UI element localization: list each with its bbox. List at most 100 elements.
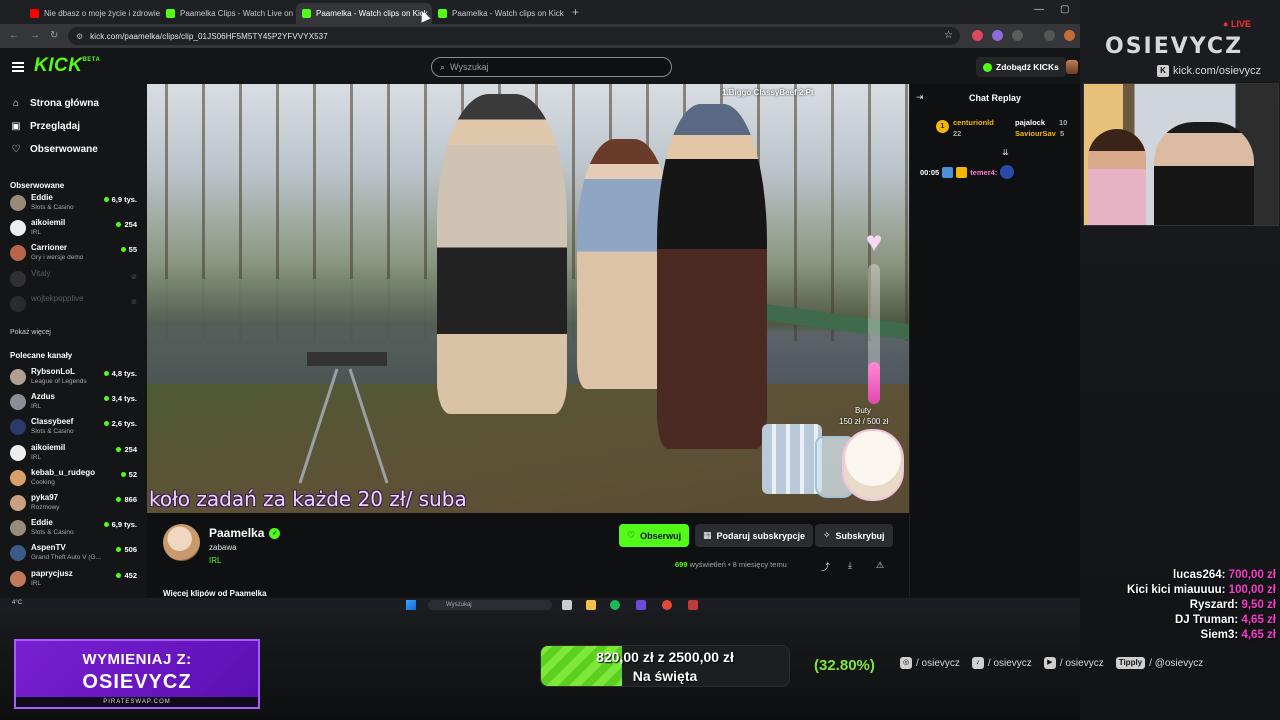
tab-strip: Nie dbasz o moje życie i zdrowie ✕ Paame… bbox=[0, 0, 1080, 24]
sidebar-item-label: Strona główna bbox=[30, 98, 99, 109]
verified-badge-icon: ✓ bbox=[269, 527, 281, 539]
donation-amount: 700,00 zł bbox=[1228, 569, 1276, 581]
sidebar-channel[interactable]: Eddie Slots & Casino 6,9 tys. bbox=[10, 192, 140, 214]
kick-favicon-icon bbox=[166, 9, 175, 18]
video-subtitle: koło zadań za każde 20 zł/ suba bbox=[149, 487, 467, 511]
instagram-icon: ◎ bbox=[900, 657, 912, 669]
viewer-count: 506 bbox=[116, 545, 137, 554]
follow-button[interactable]: ♡ Obserwuj bbox=[619, 524, 690, 547]
spotify-icon[interactable] bbox=[610, 600, 620, 610]
tab-1[interactable]: Paamelka Clips - Watch Live on ✕ bbox=[160, 3, 296, 24]
sidebar-channel[interactable]: Azdus IRL 3,4 tys. bbox=[10, 391, 140, 413]
back-icon[interactable]: ← bbox=[9, 30, 19, 41]
weather-widget[interactable]: 4°C bbox=[12, 600, 22, 606]
donation-row: Siem3: 4,65 zł bbox=[1080, 628, 1276, 643]
webcam-feed bbox=[1083, 83, 1279, 226]
live-dot-icon bbox=[103, 522, 109, 528]
subscribe-label: Subskrybuj bbox=[835, 530, 885, 541]
media-control-icon[interactable] bbox=[1044, 30, 1055, 41]
donor-name: DJ Truman: bbox=[1175, 614, 1239, 626]
extension-icon[interactable] bbox=[992, 30, 1003, 41]
sidebar-channel[interactable]: RybsonLoL League of Legends 4,8 tys. bbox=[10, 366, 140, 388]
channel-name[interactable]: Paamelka ✓ bbox=[209, 526, 281, 540]
avatar bbox=[10, 195, 26, 211]
sidebar-item-home[interactable]: ⌂ Strona główna bbox=[10, 98, 99, 109]
sidebar-channel[interactable]: kebab_u_rudego Cooking 52 bbox=[10, 467, 140, 489]
viewer-count-text: 254 bbox=[124, 220, 137, 230]
sidebar-channel[interactable]: AspenTV Grand Theft Auto V (G... 506 bbox=[10, 542, 140, 564]
task-view-icon[interactable] bbox=[562, 600, 572, 610]
goal-amount: 150 zł / 500 zł bbox=[839, 417, 889, 426]
sidebar-channel[interactable]: aikoiemil IRL 254 bbox=[10, 442, 140, 464]
viewer-count-text: 6,9 tys. bbox=[111, 520, 137, 530]
tab-0[interactable]: Nie dbasz o moje życie i zdrowie ✕ bbox=[24, 3, 160, 24]
chat-timestamp: 00:05 bbox=[920, 167, 940, 177]
windows-start-icon[interactable] bbox=[406, 600, 416, 610]
pirateswap-banner: WYMIENIAJ Z: OSIEVYCZ PIRATESWAP.COM bbox=[14, 639, 260, 709]
donation-amount: 9,50 zł bbox=[1241, 599, 1276, 611]
extension-icon[interactable] bbox=[972, 30, 983, 41]
app-icon[interactable] bbox=[636, 600, 646, 610]
avatar bbox=[10, 369, 26, 385]
sidebar-item-browse[interactable]: ▣ Przeglądaj bbox=[10, 121, 80, 132]
gift-subs-button[interactable]: ▦ Podaruj subskrypcje bbox=[695, 524, 814, 547]
leaderboard-count: 22 bbox=[953, 129, 962, 138]
show-more-link[interactable]: Pokaż więcej bbox=[10, 329, 51, 336]
url-text: kick.com/paamelka/clips/clip_01JS06HF5M5… bbox=[90, 31, 328, 41]
app-icon[interactable] bbox=[688, 600, 698, 610]
tab-2-active[interactable]: Paamelka - Watch clips on Kick 🔊 ✕ bbox=[296, 3, 432, 24]
stream-category[interactable]: IRL bbox=[209, 556, 221, 565]
report-icon[interactable]: ⚠ bbox=[876, 560, 884, 571]
tab-label: Paamelka - Watch clips on Kick bbox=[452, 9, 564, 18]
url-field[interactable]: ⚙ kick.com/paamelka/clips/clip_01JS06HF5… bbox=[68, 27, 960, 45]
tipply-icon: Tipply bbox=[1115, 657, 1146, 669]
kick-link-text: kick.com/osievycz bbox=[1173, 65, 1262, 77]
channel-name: Eddie bbox=[31, 193, 53, 202]
bookmark-star-icon[interactable]: ☆ bbox=[944, 30, 953, 41]
new-tab-icon[interactable]: + bbox=[572, 5, 579, 19]
sidebar-channel[interactable]: Vitaly ⊘ bbox=[10, 268, 140, 290]
sidebar-channel[interactable]: Eddie Slots & Casino 6,9 tys. bbox=[10, 517, 140, 539]
social-handle: / osievycz bbox=[916, 657, 960, 669]
chrome-icon[interactable] bbox=[662, 600, 672, 610]
viewer-count: 6,9 tys. bbox=[103, 520, 137, 530]
video-person-woman-hat bbox=[657, 104, 767, 449]
channel-avatar[interactable] bbox=[163, 524, 200, 561]
viewer-count-text: 2,6 tys. bbox=[111, 419, 137, 429]
chat-username[interactable]: temer4: bbox=[970, 168, 997, 177]
kick-logo[interactable]: KICKBETA bbox=[34, 55, 100, 77]
channel-name: RybsonLoL bbox=[31, 367, 75, 376]
viewer-count: 4,8 tys. bbox=[103, 369, 137, 378]
get-kicks-button[interactable]: Zdobądź KICKs bbox=[976, 57, 1066, 77]
scroll-down-icon[interactable]: ⇊ bbox=[1002, 148, 1009, 157]
profile-avatar-icon[interactable] bbox=[1064, 30, 1075, 41]
extensions-puzzle-icon[interactable] bbox=[1012, 30, 1023, 41]
minimize-icon[interactable]: — bbox=[1034, 4, 1044, 15]
sidebar-channel[interactable]: Classybeef Slots & Casino 2,6 tys. bbox=[10, 416, 140, 438]
sidebar-channel[interactable]: Carrioner Gry i wersje demo 55 bbox=[10, 242, 140, 264]
reload-icon[interactable]: ↻ bbox=[50, 30, 58, 41]
maximize-icon[interactable]: ▢ bbox=[1060, 4, 1069, 15]
site-info-icon[interactable]: ⚙ bbox=[76, 32, 83, 41]
menu-icon[interactable] bbox=[12, 62, 24, 74]
sidebar-channel[interactable]: pyka97 Rozmowy 866 bbox=[10, 492, 140, 514]
channel-name: pyka97 bbox=[31, 493, 59, 502]
sidebar-channel[interactable]: paprycjusz IRL 452 bbox=[10, 568, 140, 590]
search-input[interactable]: ⌕ Wyszukaj bbox=[431, 57, 672, 77]
share-icon[interactable]: ⤴ bbox=[821, 560, 830, 573]
webcam-person-left bbox=[1088, 129, 1146, 225]
explorer-icon[interactable] bbox=[586, 600, 596, 610]
chat-title: Chat Replay bbox=[968, 93, 1021, 103]
tab-3[interactable]: Paamelka - Watch clips on Kick ✕ bbox=[432, 3, 568, 24]
user-avatar[interactable] bbox=[1066, 60, 1078, 74]
sidebar-item-following[interactable]: ♡ Obserwowane bbox=[10, 144, 98, 155]
channel-name: Vitaly bbox=[31, 268, 51, 278]
taskbar-search[interactable]: Wyszukaj bbox=[428, 600, 552, 610]
channel-category: Rozmowy bbox=[31, 504, 60, 511]
sidebar-channel[interactable]: aikoiemil IRL 254 bbox=[10, 217, 140, 239]
video-player[interactable]: 1.Biggo ClassyBeef 2.Pt ♥ Buty 150 zł / … bbox=[147, 84, 909, 513]
forward-icon[interactable]: → bbox=[30, 30, 40, 41]
download-icon[interactable]: ⤓ bbox=[848, 560, 852, 571]
sidebar-channel[interactable]: wojtekpopplive ⊘ bbox=[10, 293, 140, 315]
subscribe-button[interactable]: ✧ Subskrybuj bbox=[815, 524, 893, 547]
